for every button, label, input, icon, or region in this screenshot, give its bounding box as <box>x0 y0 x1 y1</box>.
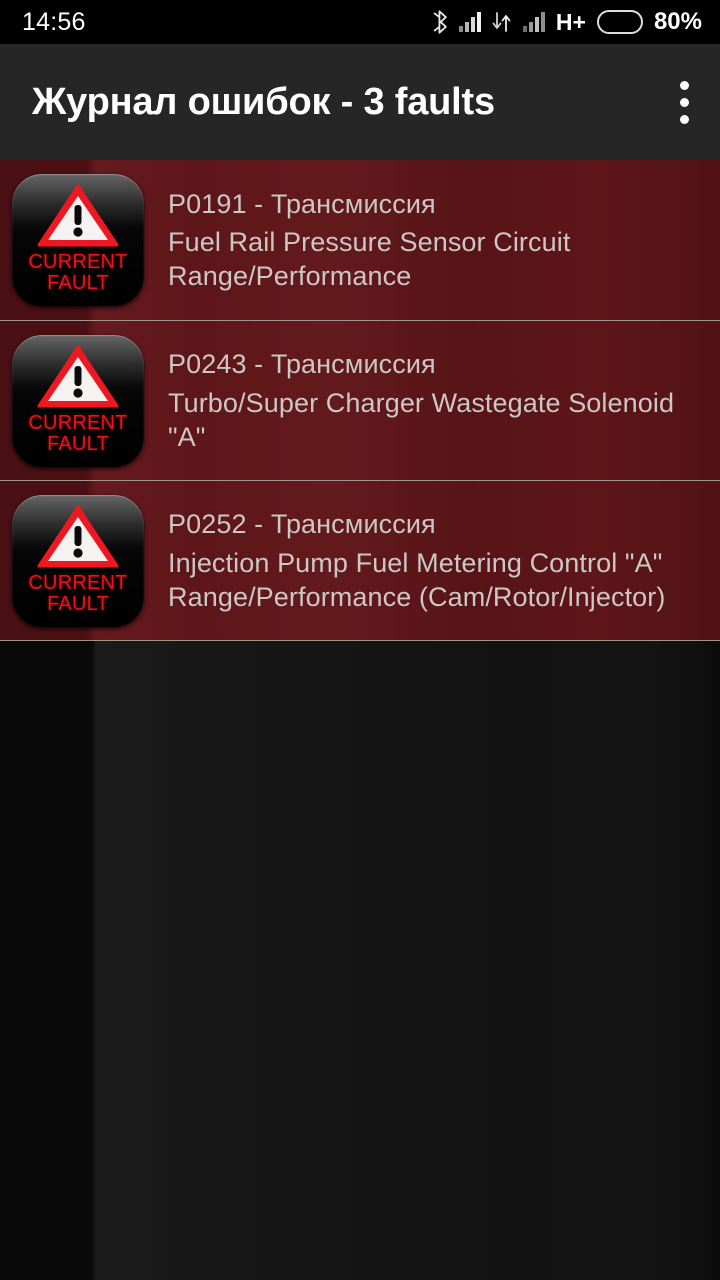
network-type-label: H+ <box>555 8 586 35</box>
bluetooth-icon <box>433 10 448 34</box>
fault-code-label: P0243 - Трансмиссия <box>168 349 436 380</box>
status-bar-clock: 14:56 <box>22 7 86 36</box>
fault-code-label: P0191 - Трансмиссия <box>168 188 436 219</box>
fault-description-label: Turbo/Super Charger Wastegate Solenoid "… <box>168 387 675 452</box>
status-bar-icons: H+ 80% <box>433 8 702 36</box>
current-fault-badge: CURRENT FAULT <box>12 335 144 467</box>
badge-line-1: CURRENT <box>28 411 128 434</box>
fault-list-item[interactable]: CURRENT FAULT P0243 - Трансмиссия Turbo/… <box>0 320 720 480</box>
fault-list: CURRENT FAULT P0191 - Трансмиссия Fuel R… <box>0 160 720 641</box>
fault-description-label: Injection Pump Fuel Metering Control "A"… <box>168 547 666 612</box>
fault-text-block: P0252 - Трансмиссия Injection Pump Fuel … <box>144 507 720 614</box>
badge-line-1: CURRENT <box>28 251 128 273</box>
fault-text-block: P0191 - Трансмиссия Fuel Rail Pressure S… <box>144 187 720 294</box>
current-fault-badge: CURRENT FAULT <box>12 174 144 306</box>
fault-code-label: P0252 - Трансмиссия <box>168 509 436 540</box>
warning-triangle-icon <box>37 184 119 247</box>
fault-list-item[interactable]: CURRENT FAULT P0191 - Трансмиссия Fuel R… <box>0 160 720 320</box>
data-transfer-arrows-icon <box>492 11 512 33</box>
app-title-bar: Журнал ошибок - 3 faults <box>0 44 720 160</box>
current-fault-badge: CURRENT FAULT <box>12 495 144 627</box>
fault-text-block: P0243 - Трансмиссия Turbo/Super Charger … <box>144 347 720 454</box>
fault-list-item[interactable]: CURRENT FAULT P0252 - Трансмиссия Inject… <box>0 480 720 640</box>
status-bar: 14:56 H+ 80% <box>0 0 720 44</box>
warning-triangle-icon <box>37 345 119 407</box>
signal-bars-icon-secondary <box>522 12 545 32</box>
badge-line-2: FAULT <box>47 592 109 615</box>
signal-bars-icon <box>458 12 481 32</box>
overflow-menu-icon[interactable] <box>648 44 720 160</box>
badge-line-1: CURRENT <box>28 571 128 594</box>
app-screen: 14:56 H+ 80% Журнал ошибок - 3 faults CU… <box>0 0 720 1280</box>
warning-triangle-icon <box>37 505 119 567</box>
badge-line-2: FAULT <box>47 272 109 295</box>
page-title: Журнал ошибок - 3 faults <box>32 80 495 123</box>
fault-description-label: Fuel Rail Pressure Sensor Circuit Range/… <box>168 227 571 292</box>
battery-icon <box>596 10 643 34</box>
battery-percent-label: 80% <box>653 8 702 35</box>
badge-line-2: FAULT <box>47 432 109 455</box>
